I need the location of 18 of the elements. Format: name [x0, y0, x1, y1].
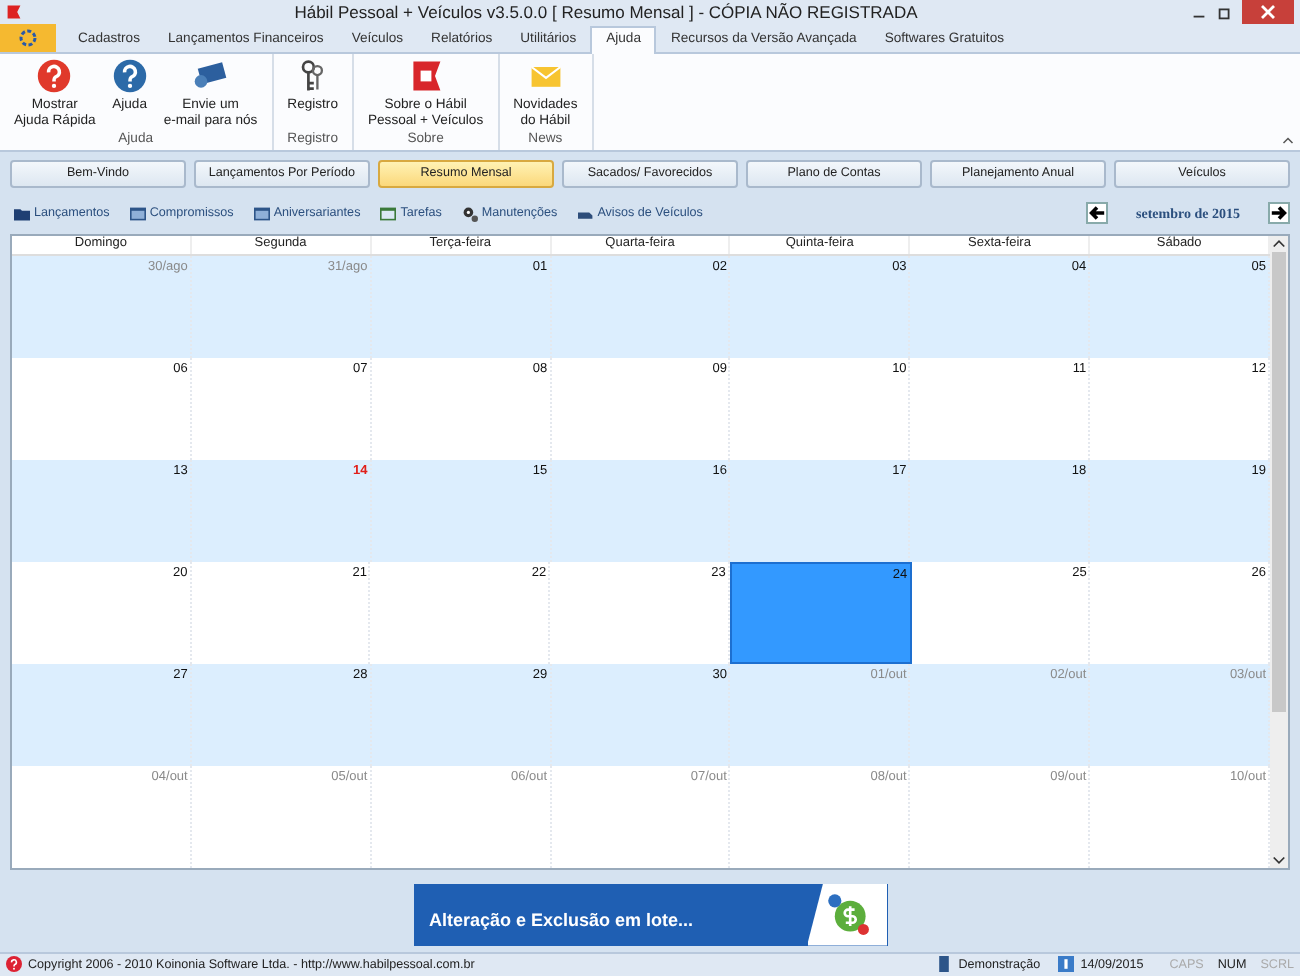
close-icon[interactable]	[1242, 0, 1294, 24]
scrollbar[interactable]	[1270, 235, 1288, 868]
previous-month-button[interactable]	[1086, 202, 1109, 225]
app-menu-button[interactable]	[0, 24, 56, 53]
dotted-ring-icon	[18, 28, 38, 49]
folder-icon	[14, 205, 30, 222]
next-month-button[interactable]	[1268, 202, 1290, 225]
tasks-icon	[380, 205, 397, 222]
restore-icon[interactable]	[1216, 3, 1234, 21]
window-title: Hábil Pessoal + Veículos v3.5.0.0 [ Resumo Mensal ] - CÓPIA NÃO REGISTRADA	[292, 2, 920, 22]
money-icon	[825, 892, 869, 937]
scroll-down-icon[interactable]	[1272, 853, 1286, 868]
scroll-up-icon[interactable]	[1272, 235, 1286, 250]
gears-icon	[461, 205, 478, 222]
help-icon[interactable]	[6, 956, 22, 973]
ad-banner[interactable]: Alteração e Exclusão em lote...	[413, 883, 887, 946]
collapse-ribbon-icon[interactable]	[1282, 133, 1294, 146]
app-logo-icon	[6, 4, 22, 20]
